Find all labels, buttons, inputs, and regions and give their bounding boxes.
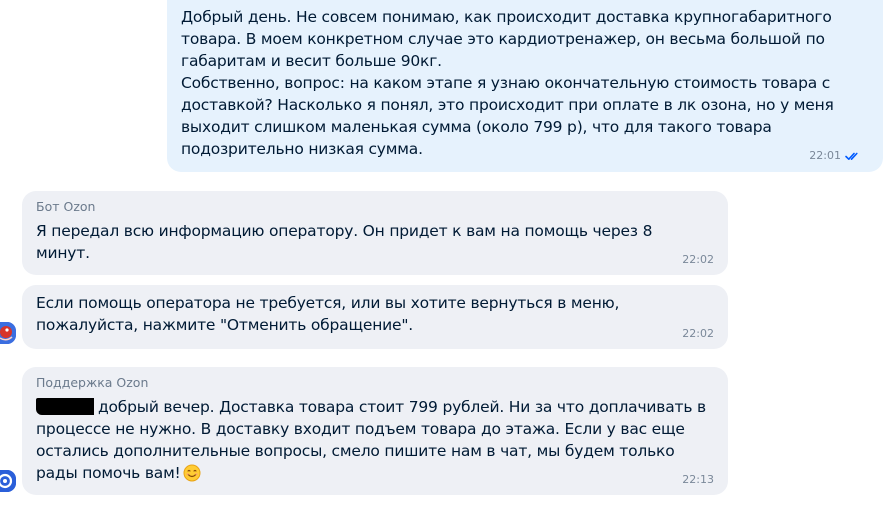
message-time: 22:02 (682, 253, 714, 266)
message-line: товара. В моем конкретном случае это кар… (181, 30, 825, 48)
message-line: Собственно, вопрос: на каком этапе я узн… (181, 74, 831, 92)
message-time: 22:02 (682, 327, 714, 340)
message-line: габаритам и весит больше 90кг. (181, 52, 442, 70)
message-time: 22:13 (682, 473, 714, 486)
message-line: рады помочь вам! (36, 462, 714, 484)
message-text: добрый вечер. Доставка товара стоит 799 … (98, 398, 706, 416)
support-avatar-icon (0, 470, 16, 492)
double-check-icon (845, 152, 858, 160)
message-line: добрый вечер. Доставка товара стоит 799 … (36, 396, 714, 418)
message-time-text: 22:01 (809, 149, 841, 162)
message-line: пожалуйста, нажмите "Отменить обращение"… (36, 316, 413, 334)
message-line: доставкой? Насколько я понял, это происх… (181, 96, 834, 114)
bot-avatar-icon (0, 322, 16, 344)
incoming-message: Если помощь оператора не требуется, или … (22, 285, 728, 349)
message-line: минут. (36, 244, 90, 262)
message-line: выходит слишком маленькая сумма (около 7… (181, 118, 772, 136)
outgoing-message: Добрый день. Не совсем понимаю, как прои… (167, 0, 883, 172)
message-text: рады помочь вам! (36, 464, 181, 482)
redacted-name (36, 398, 94, 415)
sender-name: Поддержка Ozon (36, 375, 149, 390)
message-time: 22:01 (809, 149, 861, 162)
incoming-message: Бот Ozon Я передал всю информацию операт… (22, 191, 728, 275)
message-line: процессе не нужно. В доставку входит под… (36, 420, 685, 438)
sender-name: Бот Ozon (36, 199, 96, 214)
message-line: Если помощь оператора не требуется, или … (36, 294, 620, 312)
message-line: остались дополнительные вопросы, смело п… (36, 442, 675, 460)
message-line: подозрительно низкая сумма. (181, 140, 423, 158)
message-line: Добрый день. Не совсем понимаю, как прои… (181, 8, 832, 26)
message-line: Я передал всю информацию оператору. Он п… (36, 222, 653, 240)
incoming-message: Поддержка Ozon добрый вечер. Доставка то… (22, 367, 728, 495)
smiling-face-icon (183, 464, 201, 482)
